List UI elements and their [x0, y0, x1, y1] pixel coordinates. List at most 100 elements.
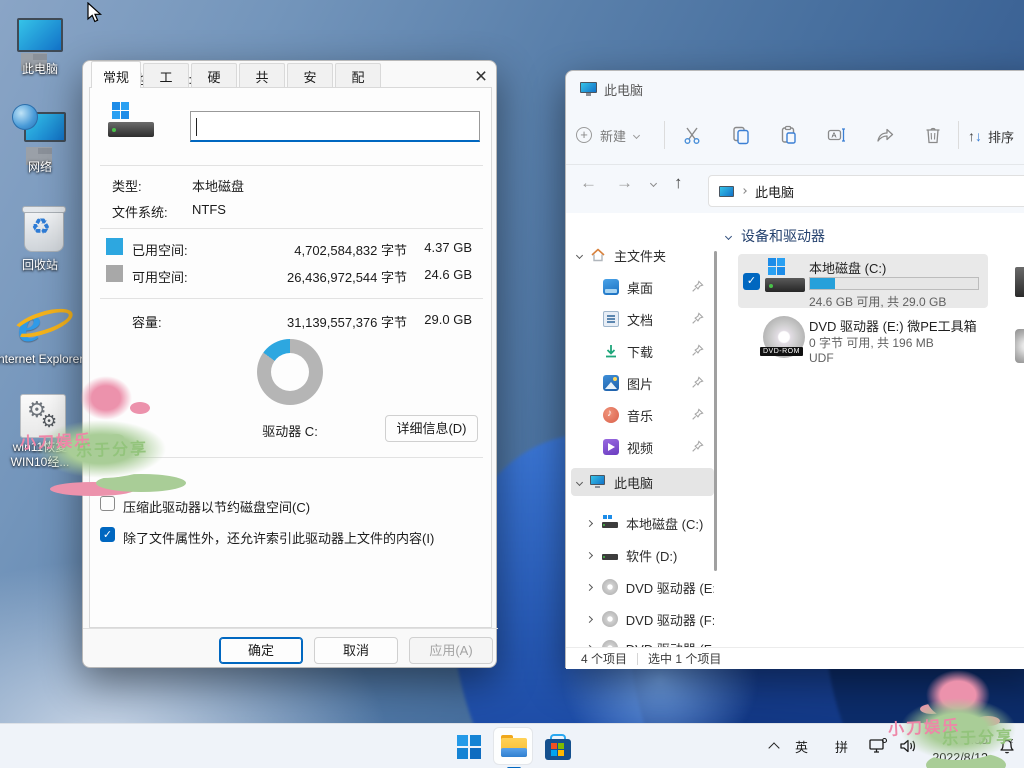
toolbar-separator: [958, 121, 959, 149]
forward-button[interactable]: →: [616, 173, 633, 193]
tab-tools[interactable]: 工具: [143, 63, 189, 87]
sidebar-item-home[interactable]: 主文件夹: [571, 241, 714, 269]
this-pc-icon: [590, 474, 606, 490]
pin-icon: [691, 408, 704, 421]
index-checkbox[interactable]: ✓: [100, 527, 115, 542]
apply-button[interactable]: 应用(A): [409, 637, 493, 664]
sidebar-item-videos[interactable]: 视频: [571, 433, 714, 461]
free-space-label: 可用空间:: [132, 267, 188, 286]
drive-item-dvd-e[interactable]: DVD-ROM DVD 驱动器 (E:) 微PE工具箱 0 字节 可用, 共 1…: [738, 314, 988, 366]
dvd-icon: [602, 611, 618, 627]
sidebar-item-dvd-e[interactable]: DVD 驱动器 (E:): [571, 573, 714, 601]
copy-button[interactable]: [731, 125, 751, 145]
pin-icon: [691, 376, 704, 389]
volume-tray-icon[interactable]: [898, 736, 918, 756]
sidebar-label: DVD 驱动器 (E:): [626, 578, 714, 597]
rename-button[interactable]: A: [827, 125, 847, 145]
desktop-icon-win11-restore[interactable]: ⚙ ⚙: [20, 394, 66, 438]
sort-button[interactable]: ↑↓ 排序: [968, 125, 1014, 147]
address-bar[interactable]: 此电脑: [708, 175, 1024, 207]
new-button[interactable]: + 新建: [576, 119, 654, 151]
tray-clock[interactable]: 14:55 2022/8/12: [920, 732, 988, 767]
sidebar-label: 主文件夹: [614, 246, 666, 265]
desktop-folder-icon: [603, 279, 619, 295]
taskbar-store-button[interactable]: [541, 731, 575, 763]
sidebar-item-downloads[interactable]: 下载: [571, 337, 714, 365]
properties-dialog: 本地磁盘 (C:) 属性 × 常规 工具 硬件 共享 安全 配额: [82, 60, 497, 668]
ok-button[interactable]: 确定: [219, 637, 303, 664]
sidebar-item-music[interactable]: ♪ 音乐: [571, 401, 714, 429]
sidebar-item-pictures[interactable]: 图片: [571, 369, 714, 397]
this-pc-small-icon: [719, 186, 734, 197]
store-bag-icon: [545, 739, 571, 760]
cancel-button[interactable]: 取消: [314, 637, 398, 664]
desktop-icon-label[interactable]: 此电脑: [0, 62, 85, 77]
dvd-rom-tag: DVD-ROM: [760, 347, 803, 356]
taskbar-explorer-button[interactable]: [493, 727, 533, 765]
divider: [100, 457, 483, 458]
notification-bell-icon[interactable]: z: [996, 736, 1018, 756]
sidebar-scrollbar[interactable]: [714, 251, 717, 571]
drive-icon-large: [108, 102, 156, 142]
tab-quota[interactable]: 配额: [335, 63, 381, 87]
back-button[interactable]: ←: [580, 173, 597, 193]
up-button[interactable]: ↑: [674, 173, 683, 193]
history-chevron-icon[interactable]: [650, 180, 657, 187]
tab-hardware[interactable]: 硬件: [191, 63, 237, 87]
start-button[interactable]: [453, 731, 487, 763]
sidebar-item-desktop[interactable]: 桌面: [571, 273, 714, 301]
desktop-icon-label[interactable]: Internet Explorer: [0, 352, 84, 367]
sidebar-label: 音乐: [627, 406, 653, 425]
screen: 此电脑 网络 ♻ 回收站 e Internet Explorer ⚙ ⚙ win…: [0, 0, 1024, 768]
breadcrumb[interactable]: 此电脑: [755, 182, 794, 201]
details-button[interactable]: 详细信息(D): [385, 415, 478, 442]
sidebar-item-this-pc[interactable]: 此电脑: [571, 468, 714, 496]
cut-button[interactable]: [682, 125, 702, 145]
share-button[interactable]: [875, 125, 895, 145]
svg-text:z: z: [1010, 738, 1013, 745]
sidebar-item-documents[interactable]: 文档: [571, 305, 714, 333]
tab-security[interactable]: 安全: [287, 63, 333, 87]
delete-button[interactable]: [923, 125, 943, 145]
desktop-icon-this-pc[interactable]: [17, 18, 63, 52]
desktop-icon-network[interactable]: [24, 112, 66, 142]
drive-filesystem: UDF: [809, 351, 834, 365]
drive-item-c[interactable]: ✓ 本地磁盘 (C:) 24.6 GB 可用, 共 29.0 GB: [738, 254, 988, 308]
chevron-down-icon: [633, 131, 640, 138]
tab-sharing[interactable]: 共享: [239, 63, 285, 87]
desktop-icon-label[interactable]: win11恢复 WIN10经...: [0, 440, 85, 470]
sidebar-item-dvd-f[interactable]: DVD 驱动器 (F:): [571, 605, 714, 633]
this-pc-icon: [17, 18, 63, 52]
ime-language-button[interactable]: 英: [795, 737, 808, 756]
network-tray-icon[interactable]: [868, 736, 888, 756]
sidebar-label: 软件 (D:): [626, 546, 677, 565]
drive-info: 0 字节 可用, 共 196 MB: [809, 334, 934, 351]
desktop-icon-label[interactable]: 网络: [0, 160, 85, 175]
desktop-icon-label[interactable]: 回收站: [0, 258, 85, 273]
capacity-bar: [809, 277, 979, 290]
index-checkbox-label[interactable]: 除了文件属性外，还允许索引此驱动器上文件的内容(I): [123, 528, 434, 547]
drive-icon: [765, 256, 805, 300]
item-checkbox[interactable]: ✓: [743, 273, 760, 290]
desktop-icon-internet-explorer[interactable]: e: [16, 298, 72, 352]
tray-overflow-chevron[interactable]: [768, 742, 779, 753]
donut-hole: [271, 353, 309, 391]
filesystem-value: NTFS: [192, 202, 226, 217]
tab-general[interactable]: 常规: [91, 61, 141, 88]
recycle-symbol-icon: ♻: [31, 216, 51, 238]
sidebar-label: 图片: [627, 374, 653, 393]
section-header-devices[interactable]: 设备和驱动器: [726, 225, 926, 247]
dvd-icon: [602, 579, 618, 595]
desktop-icon-recycle-bin[interactable]: ♻: [22, 206, 66, 254]
ime-mode-button[interactable]: 拼: [835, 737, 848, 756]
sidebar-item-drive-c[interactable]: 本地磁盘 (C:): [571, 509, 714, 537]
sidebar-item-drive-d[interactable]: 软件 (D:): [571, 541, 714, 569]
compress-checkbox-label[interactable]: 压缩此驱动器以节约磁盘空间(C): [123, 497, 310, 516]
paste-button[interactable]: [779, 125, 799, 145]
sidebar-label: 桌面: [627, 278, 653, 297]
volume-label-input[interactable]: [190, 111, 480, 142]
globe-icon: [12, 104, 38, 130]
compress-checkbox[interactable]: [100, 496, 115, 511]
start-logo-icon: [457, 735, 468, 746]
drive-info: 24.6 GB 可用, 共 29.0 GB: [809, 293, 946, 310]
